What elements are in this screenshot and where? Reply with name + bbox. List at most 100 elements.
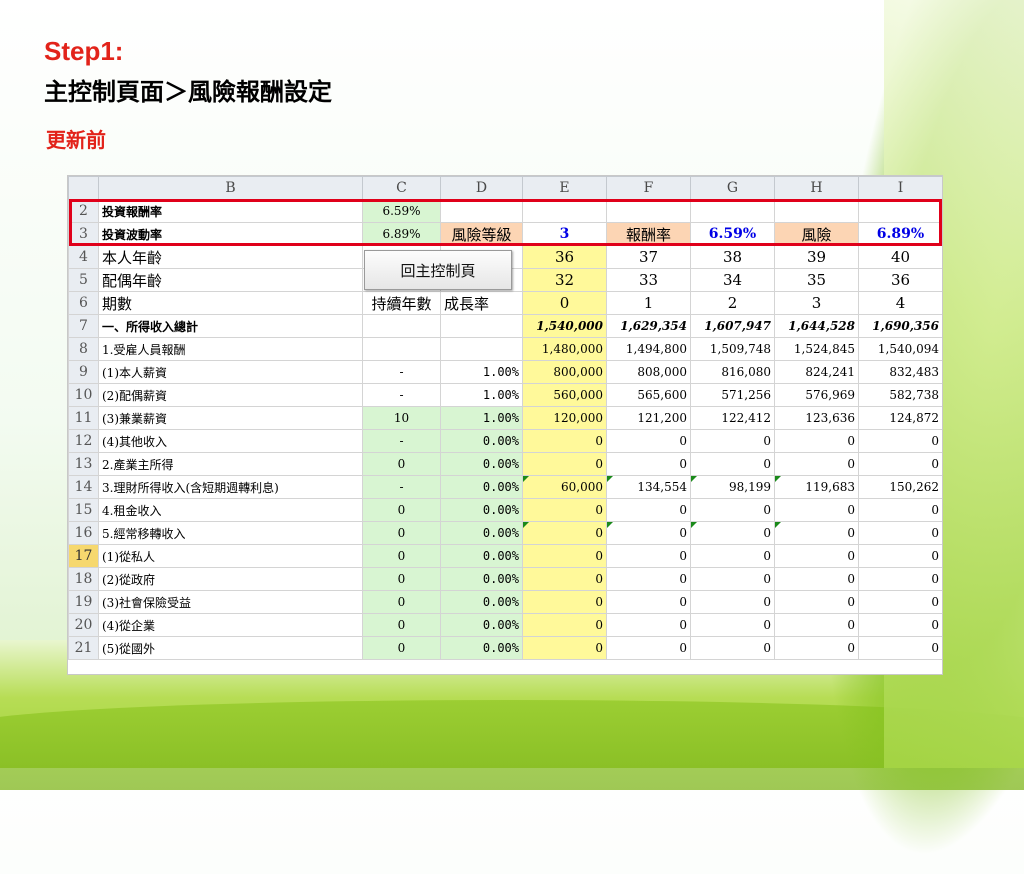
- cell[interactable]: 1,607,947: [690, 314, 775, 338]
- cell[interactable]: 0: [606, 521, 691, 545]
- cell[interactable]: 1,690,356: [858, 314, 942, 338]
- cell[interactable]: 4: [858, 291, 942, 315]
- cell[interactable]: 124,872: [858, 406, 942, 430]
- cell-growth-rate[interactable]: 1.00%: [440, 383, 523, 407]
- cell-duration[interactable]: 0: [362, 452, 441, 476]
- cell[interactable]: 0: [774, 590, 859, 614]
- cell[interactable]: 0: [858, 429, 942, 453]
- cell-growth-rate[interactable]: 1.00%: [440, 360, 523, 384]
- cell-duration[interactable]: 0: [362, 498, 441, 522]
- row-header[interactable]: 2: [68, 199, 99, 223]
- cell[interactable]: 0: [858, 521, 942, 545]
- cell[interactable]: 0: [606, 452, 691, 476]
- row-header[interactable]: 15: [68, 498, 99, 522]
- cell[interactable]: 560,000: [522, 383, 607, 407]
- cell-label[interactable]: (4)其他收入: [98, 429, 363, 453]
- cell[interactable]: 0: [858, 544, 942, 568]
- cell-risk-label[interactable]: 風險: [774, 222, 859, 246]
- cell[interactable]: 36: [858, 268, 942, 292]
- cell-return-value[interactable]: 6.59%: [690, 222, 775, 246]
- column-header-e[interactable]: E: [522, 176, 607, 200]
- cell-label[interactable]: 5.經常移轉收入: [98, 521, 363, 545]
- cell-duration[interactable]: 0: [362, 521, 441, 545]
- cell[interactable]: 0: [774, 636, 859, 660]
- cell-duration[interactable]: 0: [362, 636, 441, 660]
- cell-duration[interactable]: -: [362, 360, 441, 384]
- cell[interactable]: 134,554: [606, 475, 691, 499]
- row-header[interactable]: 13: [68, 452, 99, 476]
- cell[interactable]: 35: [774, 268, 859, 292]
- cell-growth-rate[interactable]: 0.00%: [440, 429, 523, 453]
- cell-risk-value[interactable]: 6.89%: [858, 222, 942, 246]
- cell[interactable]: 0: [606, 567, 691, 591]
- cell-growth-rate[interactable]: 0.00%: [440, 475, 523, 499]
- cell-growth-rate[interactable]: 1.00%: [440, 406, 523, 430]
- cell[interactable]: 0: [606, 544, 691, 568]
- cell-label[interactable]: 配偶年齡: [98, 268, 363, 292]
- cell[interactable]: 0: [522, 291, 607, 315]
- cell[interactable]: 576,969: [774, 383, 859, 407]
- row-header[interactable]: 4: [68, 245, 99, 269]
- row-header[interactable]: 14: [68, 475, 99, 499]
- cell-growth-rate[interactable]: 0.00%: [440, 544, 523, 568]
- cell[interactable]: 0: [522, 544, 607, 568]
- cell-duration[interactable]: 0: [362, 567, 441, 591]
- cell[interactable]: 0: [522, 590, 607, 614]
- column-header-g[interactable]: G: [690, 176, 775, 200]
- cell[interactable]: 121,200: [606, 406, 691, 430]
- row-header[interactable]: 10: [68, 383, 99, 407]
- cell-duration[interactable]: [362, 314, 441, 338]
- cell[interactable]: 0: [690, 452, 775, 476]
- column-header-h[interactable]: H: [774, 176, 859, 200]
- cell-growth-rate[interactable]: 0.00%: [440, 452, 523, 476]
- cell[interactable]: 1,644,528: [774, 314, 859, 338]
- cell[interactable]: 37: [606, 245, 691, 269]
- cell-label[interactable]: 本人年齡: [98, 245, 363, 269]
- cell[interactable]: 0: [858, 452, 942, 476]
- row-header[interactable]: 16: [68, 521, 99, 545]
- cell[interactable]: 1,494,800: [606, 337, 691, 361]
- cell-label[interactable]: 2.產業主所得: [98, 452, 363, 476]
- column-header-c[interactable]: C: [362, 176, 441, 200]
- cell-volatility[interactable]: 6.89%: [362, 222, 441, 246]
- cell[interactable]: 119,683: [774, 475, 859, 499]
- cell[interactable]: 150,262: [858, 475, 942, 499]
- cell-risk-level-label[interactable]: 風險等級: [440, 222, 523, 246]
- cell-growth-rate[interactable]: 0.00%: [440, 521, 523, 545]
- cell[interactable]: 0: [606, 590, 691, 614]
- column-header-f[interactable]: F: [606, 176, 691, 200]
- cell-duration[interactable]: 0: [362, 544, 441, 568]
- row-header[interactable]: 9: [68, 360, 99, 384]
- cell-duration-header[interactable]: 持續年數: [362, 291, 441, 315]
- cell[interactable]: [690, 199, 775, 223]
- cell[interactable]: [522, 199, 607, 223]
- cell-label[interactable]: (4)從企業: [98, 613, 363, 637]
- cell[interactable]: 98,199: [690, 475, 775, 499]
- cell-duration[interactable]: 10: [362, 406, 441, 430]
- cell[interactable]: 1: [606, 291, 691, 315]
- column-header-d[interactable]: D: [440, 176, 523, 200]
- cell-growth-rate[interactable]: 0.00%: [440, 567, 523, 591]
- cell[interactable]: 1,540,094: [858, 337, 942, 361]
- column-header-i[interactable]: I: [858, 176, 942, 200]
- row-header[interactable]: 11: [68, 406, 99, 430]
- cell-growth-rate[interactable]: [440, 314, 523, 338]
- cell[interactable]: 0: [522, 452, 607, 476]
- cell[interactable]: 0: [522, 636, 607, 660]
- cell-growth-rate[interactable]: 0.00%: [440, 636, 523, 660]
- cell[interactable]: 0: [774, 521, 859, 545]
- cell[interactable]: 36: [522, 245, 607, 269]
- cell[interactable]: 0: [522, 429, 607, 453]
- cell[interactable]: 1,524,845: [774, 337, 859, 361]
- cell-duration[interactable]: -: [362, 475, 441, 499]
- cell[interactable]: 0: [858, 636, 942, 660]
- cell[interactable]: 0: [522, 613, 607, 637]
- cell[interactable]: 0: [690, 567, 775, 591]
- cell-growth-rate[interactable]: 0.00%: [440, 498, 523, 522]
- row-header[interactable]: 7: [68, 314, 99, 338]
- cell[interactable]: 565,600: [606, 383, 691, 407]
- cell[interactable]: 0: [858, 613, 942, 637]
- cell[interactable]: 0: [522, 498, 607, 522]
- cell[interactable]: 122,412: [690, 406, 775, 430]
- cell-duration[interactable]: [362, 337, 441, 361]
